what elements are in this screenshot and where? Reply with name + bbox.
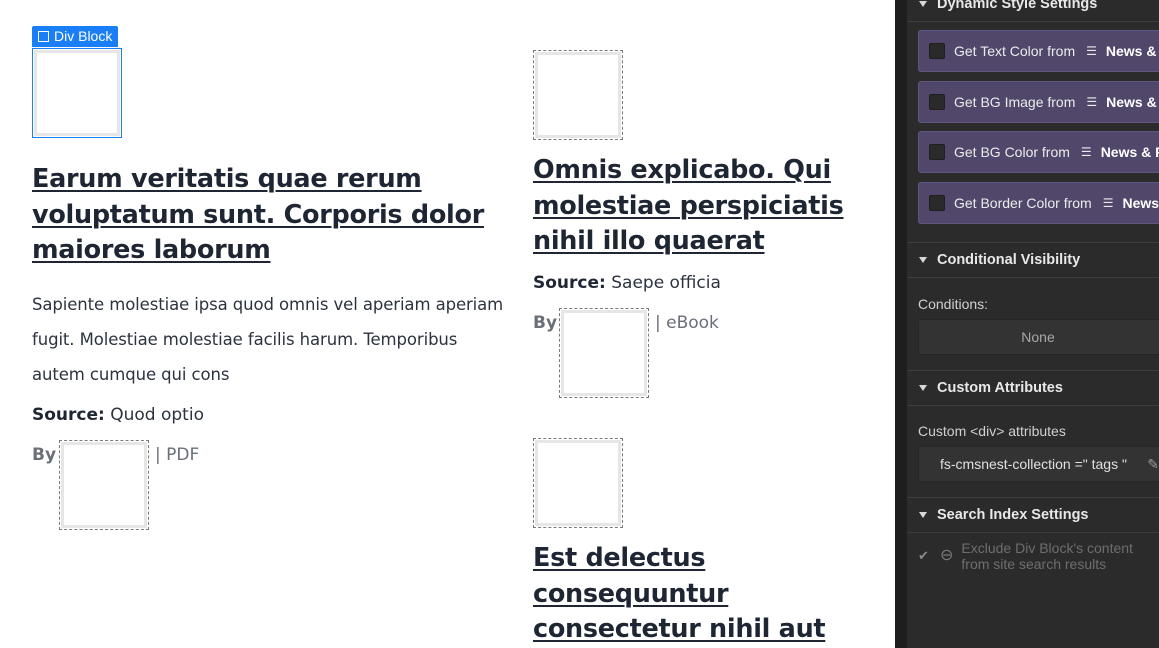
search-exclude-icon: ⊖	[940, 547, 954, 564]
dynamic-text-color-checkbox[interactable]	[929, 43, 945, 59]
card-1-author-image[interactable]	[59, 440, 149, 530]
card-3-image[interactable]	[533, 438, 623, 528]
card-2-by-label: By	[533, 313, 558, 333]
designer-canvas[interactable]: Div Block Earum veritatis quae rerum vol…	[0, 0, 895, 648]
dynamic-bg-image-prefix: Get BG Image from	[954, 94, 1076, 110]
conditional-visibility-heading: Conditional Visibility	[937, 252, 1081, 268]
conditions-label: Conditions:	[918, 296, 989, 312]
custom-attribute-value: fs-cmsnest-collection =" tags "	[940, 456, 1127, 472]
dynamic-bg-image-collection: News & P	[1106, 94, 1159, 110]
card-2-image[interactable]	[533, 50, 623, 140]
card-2-source-value: Saepe officia	[611, 273, 721, 293]
conditional-visibility-section-header[interactable]: Conditional Visibility	[907, 242, 1159, 278]
card-2-source-label: Source:	[533, 273, 606, 293]
selected-element-tag[interactable]: Div Block	[32, 26, 119, 47]
dynamic-bg-color-prefix: Get BG Color from	[954, 144, 1070, 160]
card-2-format: | eBook	[655, 313, 719, 333]
custom-attributes-label: Custom <div> attributes	[918, 423, 1066, 439]
card-1-description: Sapiente molestiae ipsa quod omnis vel a…	[32, 295, 504, 384]
dynamic-text-color-collection: News & P	[1105, 43, 1159, 59]
caret-down-icon	[919, 257, 927, 263]
dynamic-bg-image-checkbox[interactable]	[929, 94, 945, 110]
card-2-source: Source: Saepe officia	[533, 273, 721, 293]
card-1-format: | PDF	[155, 445, 200, 465]
edit-pencil-icon[interactable]: ✎	[1147, 456, 1159, 473]
dynamic-bg-color-checkbox[interactable]	[929, 144, 945, 160]
dynamic-border-color-row[interactable]: Get Border Color from ☰ News	[918, 182, 1159, 224]
database-icon: ☰	[1102, 196, 1114, 210]
database-icon: ☰	[1086, 95, 1098, 109]
card-1-title[interactable]: Earum veritatis quae rerum voluptatum su…	[32, 162, 502, 269]
checkmark-icon[interactable]: ✔	[918, 549, 932, 563]
exclude-search-option[interactable]: ✔ ⊖ Exclude Div Block's content from sit…	[918, 540, 1159, 572]
dynamic-border-color-prefix: Get Border Color from	[954, 195, 1092, 211]
caret-down-icon	[919, 385, 927, 391]
card-3-title[interactable]: Est delectus consequuntur consectetur ni…	[533, 541, 863, 648]
search-index-heading: Search Index Settings	[937, 507, 1089, 523]
dynamic-bg-image-row[interactable]: Get BG Image from ☰ News & P	[918, 81, 1159, 123]
div-block-icon	[38, 31, 49, 42]
caret-down-icon	[919, 512, 927, 518]
dynamic-bg-color-collection: News & P	[1100, 144, 1159, 160]
card-1-source-value: Quod optio	[110, 405, 204, 425]
custom-attributes-heading: Custom Attributes	[937, 380, 1063, 396]
exclude-search-text: Exclude Div Block's content from site se…	[961, 540, 1133, 572]
dynamic-style-section-header[interactable]: Dynamic Style Settings	[907, 0, 1159, 22]
dynamic-style-heading: Dynamic Style Settings	[937, 0, 1098, 12]
element-settings-panel: Dynamic Style Settings Get Text Color fr…	[895, 0, 1159, 648]
custom-attribute-row[interactable]: fs-cmsnest-collection =" tags " ✎	[918, 446, 1159, 482]
caret-down-icon	[919, 1, 927, 7]
dynamic-border-color-collection: News	[1122, 195, 1159, 211]
dynamic-bg-color-row[interactable]: Get BG Color from ☰ News & P	[918, 131, 1159, 173]
card-1-image[interactable]	[32, 48, 122, 138]
card-2-author-image[interactable]	[559, 308, 649, 398]
card-2-title[interactable]: Omnis explicabo. Qui molestiae perspicia…	[533, 153, 863, 260]
database-icon: ☰	[1080, 145, 1092, 159]
card-1-source-label: Source:	[32, 405, 105, 425]
card-1-by-label: By	[32, 445, 57, 465]
selected-element-label: Div Block	[54, 28, 113, 44]
conditions-value: None	[1021, 329, 1055, 345]
dynamic-text-color-row[interactable]: Get Text Color from ☰ News & P	[918, 30, 1159, 72]
custom-attributes-section-header[interactable]: Custom Attributes	[907, 370, 1159, 406]
dynamic-text-color-prefix: Get Text Color from	[954, 43, 1076, 59]
conditions-field[interactable]: None	[918, 319, 1159, 355]
dynamic-border-color-checkbox[interactable]	[929, 195, 945, 211]
card-1-source: Source: Quod optio	[32, 405, 204, 425]
search-index-section-header[interactable]: Search Index Settings	[907, 497, 1159, 533]
database-icon: ☰	[1086, 44, 1097, 58]
